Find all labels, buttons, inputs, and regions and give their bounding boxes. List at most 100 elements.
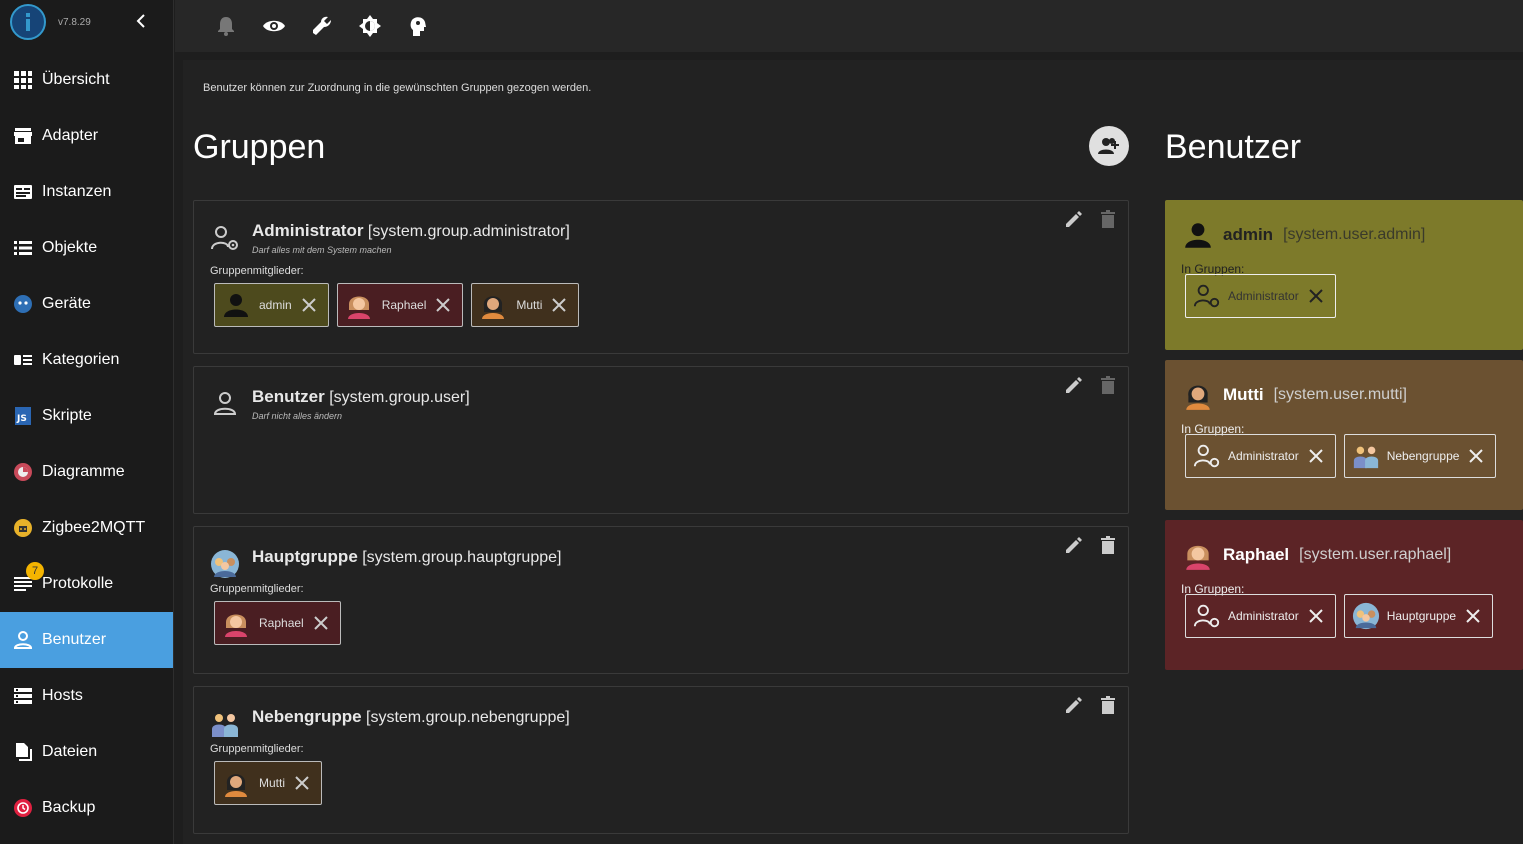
group-chip-administrator[interactable]: Administrator — [1185, 594, 1336, 638]
user-group-chips: Administrator Hauptgruppe — [1185, 594, 1501, 638]
group-user-icon — [210, 389, 240, 419]
log-count-badge: 7 — [26, 562, 44, 580]
group-people-icon — [210, 549, 240, 579]
add-group-icon — [1098, 138, 1119, 154]
svg-text:JS: JS — [16, 414, 27, 424]
sidebar-item-hosts[interactable]: Hosts — [0, 668, 173, 724]
group-title: Nebengruppe [system.group.nebengruppe] — [252, 707, 570, 727]
sidebar-item-skripte[interactable]: JS Skripte — [0, 388, 173, 444]
edit-icon[interactable] — [1062, 533, 1086, 557]
close-icon[interactable] — [1307, 447, 1325, 465]
user-id: [system.user.admin] — [1283, 226, 1426, 243]
user-card-admin[interactable]: admin [system.user.admin] In Gruppen: Ad… — [1165, 200, 1523, 350]
delete-icon[interactable] — [1096, 693, 1120, 717]
list-icon — [12, 237, 34, 259]
user-header: Raphael [system.user.raphael] — [1181, 538, 1451, 572]
edit-icon[interactable] — [1062, 373, 1086, 397]
sidebar-item-instanzen[interactable]: Instanzen — [0, 164, 173, 220]
group-chip-administrator[interactable]: Administrator — [1185, 274, 1336, 318]
delete-icon[interactable] — [1096, 207, 1120, 231]
close-icon[interactable] — [550, 296, 568, 314]
iobroker-logo[interactable] — [10, 4, 46, 40]
close-icon[interactable] — [434, 296, 452, 314]
close-icon[interactable] — [1307, 607, 1325, 625]
sidebar-item-benutzer[interactable]: Benutzer — [0, 612, 173, 668]
close-icon[interactable] — [1467, 447, 1485, 465]
member-chip-raphael[interactable]: Raphael — [214, 601, 341, 645]
group-chip-label: Hauptgruppe — [1386, 609, 1457, 623]
user-icon — [12, 629, 34, 651]
member-chip-raphael[interactable]: Raphael — [336, 283, 464, 327]
sidebar-item-backup[interactable]: Backup — [0, 780, 173, 836]
add-group-button[interactable] — [1089, 126, 1129, 166]
user-id: [system.user.raphael] — [1299, 546, 1452, 563]
sidebar-item-label: Zigbee2MQTT — [42, 519, 146, 536]
files-icon — [12, 741, 34, 763]
group-card-hauptgruppe[interactable]: Hauptgruppe [system.group.hauptgruppe] G… — [193, 526, 1129, 674]
sidebar-item-label: Benutzer — [42, 631, 107, 648]
member-chip-mutti[interactable]: Mutti — [471, 283, 580, 327]
group-card-benutzer[interactable]: Benutzer [system.group.user] Darf nicht … — [193, 366, 1129, 514]
bell-icon[interactable] — [211, 11, 241, 41]
group-name: Nebengruppe — [252, 707, 362, 726]
user-card-raphael[interactable]: Raphael [system.user.raphael] In Gruppen… — [1165, 520, 1523, 670]
chevron-left-icon[interactable] — [133, 12, 149, 30]
group-actions — [1052, 373, 1120, 397]
group-card-nebengruppe[interactable]: Nebengruppe [system.group.nebengruppe] G… — [193, 686, 1129, 834]
sidebar-item-label: Übersicht — [42, 71, 110, 88]
brand: v7.8.29 — [0, 0, 173, 44]
brightness-icon[interactable] — [355, 11, 385, 41]
sidebar-item-uebersicht[interactable]: Übersicht — [0, 52, 173, 108]
sidebar-item-kategorien[interactable]: Kategorien — [0, 332, 173, 388]
sidebar-item-adapter[interactable]: Adapter — [0, 108, 173, 164]
admin-avatar-icon — [1181, 218, 1215, 252]
mutti-avatar-icon — [221, 768, 251, 798]
store-icon — [12, 125, 34, 147]
group-id: [system.group.hauptgruppe] — [362, 549, 562, 566]
sidebar-item-label: Instanzen — [42, 183, 112, 200]
sidebar-item-protokolle[interactable]: 7 Protokolle — [0, 556, 173, 612]
group-chip-nebengruppe[interactable]: Nebengruppe — [1343, 434, 1497, 478]
close-icon[interactable] — [312, 614, 330, 632]
sidebar-item-dateien[interactable]: Dateien — [0, 724, 173, 780]
member-chip-admin[interactable]: admin — [214, 283, 329, 327]
close-icon[interactable] — [300, 296, 318, 314]
group-card-administrator[interactable]: Administrator [system.group.administrato… — [193, 200, 1129, 354]
group-actions — [1052, 533, 1120, 557]
sidebar-item-diagramme[interactable]: Diagramme — [0, 444, 173, 500]
expert-mode-icon[interactable] — [403, 11, 433, 41]
edit-icon[interactable] — [1062, 207, 1086, 231]
sidebar-item-label: Objekte — [42, 239, 98, 256]
group-name: Benutzer — [252, 387, 325, 406]
sidebar-item-geraete[interactable]: Geräte — [0, 276, 173, 332]
group-chip-hauptgruppe[interactable]: Hauptgruppe — [1343, 594, 1494, 638]
group-title: Administrator [system.group.administrato… — [252, 221, 570, 241]
eye-icon[interactable] — [259, 11, 289, 41]
close-icon[interactable] — [293, 774, 311, 792]
edit-icon[interactable] — [1062, 693, 1086, 717]
sidebar-item-zigbee2mqtt[interactable]: Zigbee2MQTT — [0, 500, 173, 556]
member-chips: Mutti — [214, 761, 330, 805]
group-people-icon — [1351, 601, 1381, 631]
mutti-avatar-icon — [478, 290, 508, 320]
user-header: Mutti [system.user.mutti] — [1181, 378, 1407, 412]
group-id: [system.group.user] — [329, 389, 470, 406]
group-pair-icon — [1351, 441, 1381, 471]
sidebar-item-label: Skripte — [42, 407, 92, 424]
sidebar-item-objekte[interactable]: Objekte — [0, 220, 173, 276]
delete-icon[interactable] — [1096, 533, 1120, 557]
user-card-mutti[interactable]: Mutti [system.user.mutti] In Gruppen: Ad… — [1165, 360, 1523, 510]
group-chip-label: Administrator — [1228, 289, 1299, 303]
close-icon[interactable] — [1307, 287, 1325, 305]
user-group-chips: Administrator Nebengruppe — [1185, 434, 1504, 478]
close-icon[interactable] — [1464, 607, 1482, 625]
group-admin-icon — [210, 223, 240, 253]
delete-icon[interactable] — [1096, 373, 1120, 397]
sidebar-item-label: Hosts — [42, 687, 83, 704]
group-chip-label: Nebengruppe — [1386, 449, 1460, 463]
group-chip-administrator[interactable]: Administrator — [1185, 434, 1336, 478]
user-header: admin [system.user.admin] — [1181, 218, 1425, 252]
wrench-icon[interactable] — [307, 11, 337, 41]
group-title: Hauptgruppe [system.group.hauptgruppe] — [252, 547, 561, 567]
member-chip-mutti[interactable]: Mutti — [214, 761, 323, 805]
